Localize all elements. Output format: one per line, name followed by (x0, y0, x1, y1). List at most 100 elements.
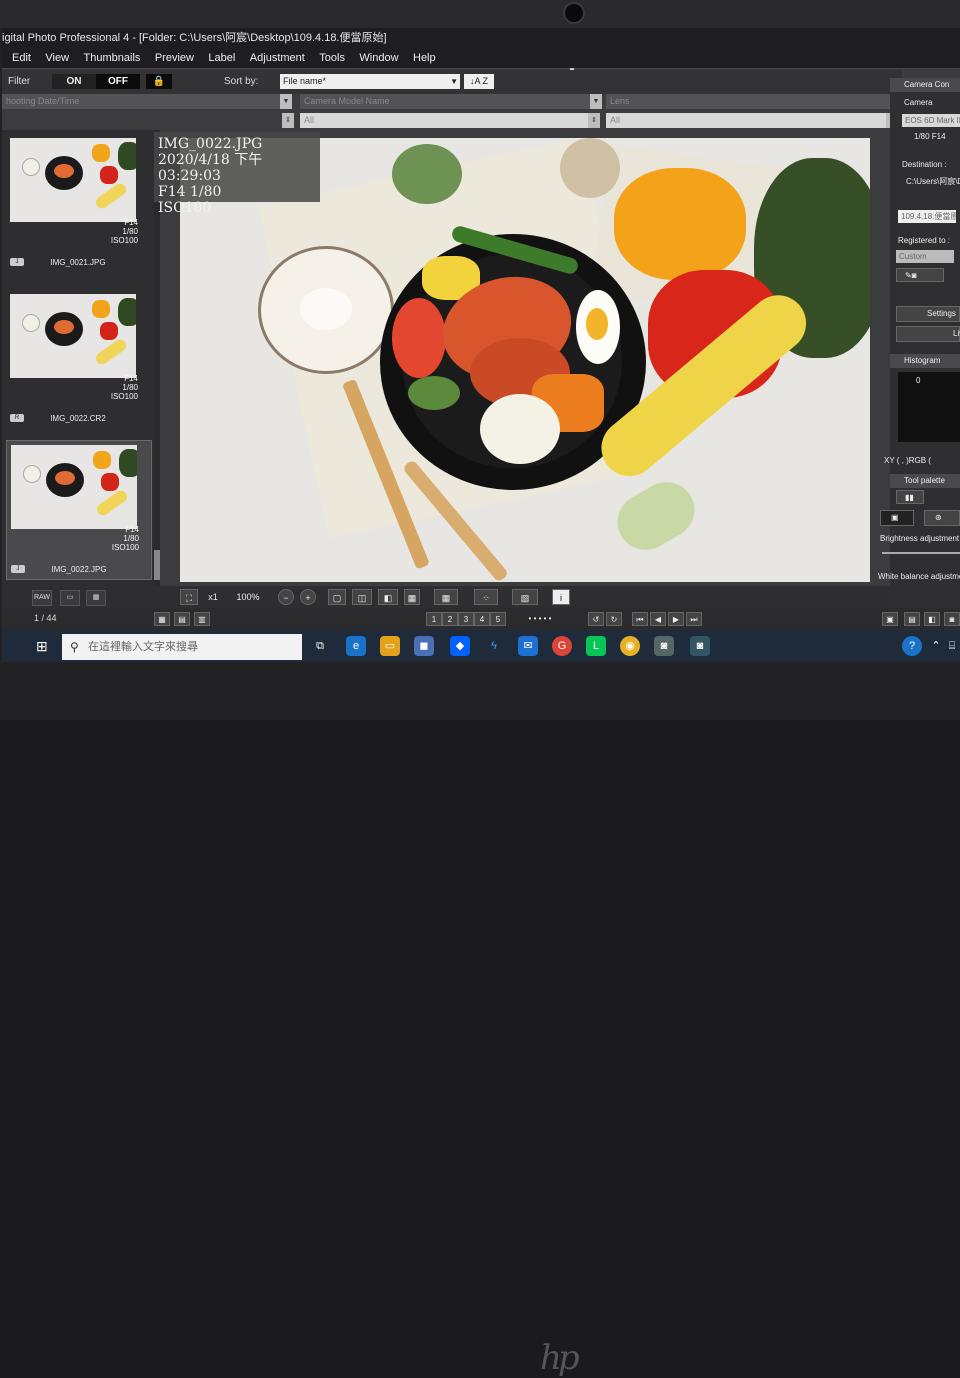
menu-preview[interactable]: Preview (155, 48, 194, 68)
histogram-header[interactable]: Histogram (890, 354, 960, 368)
camera-utility-icon[interactable]: ◙ (690, 636, 710, 656)
sort-by-select[interactable]: File name* ▼ (280, 74, 460, 89)
first-image-icon[interactable]: ⏮ (632, 612, 648, 626)
google-plus-icon[interactable]: G (552, 636, 572, 656)
help-icon[interactable]: ? (902, 636, 922, 656)
dpp-app-icon[interactable]: ◙ (654, 636, 674, 656)
thumbnail-filename: IMG_0022.CR2 (50, 414, 106, 423)
menu-window[interactable]: Window (359, 48, 398, 68)
view-mode-icon[interactable]: ▥ (194, 612, 210, 626)
tool-basic-tab-icon[interactable]: ▣ (880, 510, 914, 526)
rotate-right-icon[interactable]: ↻ (606, 612, 622, 626)
column-filter-date[interactable]: ⇕ (2, 113, 294, 128)
taskbar-search-input[interactable]: ⚲ 在這裡輸入文字來搜尋 (62, 634, 302, 660)
windows-start-icon[interactable]: ⊞ (36, 638, 52, 654)
live-view-button[interactable]: Liv (896, 326, 960, 342)
af-point-icon[interactable]: ▦ (434, 589, 458, 605)
lock-icon[interactable]: 🔒 (146, 74, 172, 89)
split-view-icon[interactable]: ◧ (378, 589, 398, 605)
rating-1-icon[interactable]: 1 (426, 612, 442, 626)
thumbnail-item[interactable]: F14 1/80 ISO100 R IMG_0022.CR2 (6, 290, 150, 428)
single-view-icon[interactable]: ▢ (328, 589, 346, 605)
registered-select[interactable]: Custom (896, 250, 954, 263)
column-header-camera[interactable]: Camera Model Name ▼ (300, 94, 602, 109)
rating-4-icon[interactable]: 4 (474, 612, 490, 626)
file-explorer-icon[interactable]: ▭ (380, 636, 400, 656)
hp-logo: hp (540, 1338, 580, 1378)
highlight-icon[interactable]: ⁘ (474, 589, 498, 605)
grid-view-icon[interactable]: ▦ (86, 590, 106, 606)
prev-image-icon[interactable]: ◀ (650, 612, 666, 626)
window-mode-icon[interactable]: ▣ (882, 612, 898, 626)
brightness-slider[interactable] (882, 552, 960, 554)
store-icon[interactable]: ◼ (414, 636, 434, 656)
chrome-icon[interactable]: ◉ (620, 636, 640, 656)
rating-2-icon[interactable]: 2 (442, 612, 458, 626)
destination-folder-field[interactable]: 109.4.18.便當原始 (898, 210, 956, 223)
column-header-date[interactable]: hooting Date/Time ▼ (2, 94, 292, 109)
thumbnail-item[interactable]: F14 1/80 ISO100 J IMG_0021.JPG (6, 134, 150, 272)
dropbox-icon[interactable]: ◆ (450, 636, 470, 656)
zoom-in-icon[interactable]: + (300, 589, 316, 605)
zoom-level-select[interactable]: 100% (228, 589, 268, 605)
rotate-left-icon[interactable]: ↺ (588, 612, 604, 626)
column-filter-camera[interactable]: All ⇕ (300, 113, 600, 128)
column-filter-lens[interactable]: All⇕ (606, 113, 898, 128)
network-icon[interactable]: ⌸ (942, 636, 960, 656)
zoom-out-icon[interactable]: − (278, 589, 294, 605)
line-icon[interactable]: L (586, 636, 606, 656)
raw-view-icon[interactable]: RAW (32, 590, 52, 606)
camera-control-header[interactable]: Camera Con (890, 78, 960, 92)
menu-edit[interactable]: Edit (12, 48, 31, 68)
clip-icon[interactable]: ◧ (924, 612, 940, 626)
thumbnail-item-selected[interactable]: F14 1/80 ISO100 J IMG_0022.JPG (6, 440, 152, 580)
view-mode-icon[interactable]: ▦ (154, 612, 170, 626)
tool-tone-tab-icon[interactable]: ⊛ (924, 510, 960, 526)
camera-label: Camera (904, 98, 933, 107)
overlay-iso: ISO100 (158, 200, 212, 216)
menu-help[interactable]: Help (413, 48, 436, 68)
next-image-icon[interactable]: ▶ (668, 612, 684, 626)
star-rating-icon[interactable]: • • • • • (510, 612, 570, 626)
column-filter-camera-value: All (304, 115, 315, 125)
rating-5-icon[interactable]: 5 (490, 612, 506, 626)
camera-icon[interactable]: ◙ (944, 612, 960, 626)
menu-label[interactable]: Label (208, 48, 235, 68)
menu-tools[interactable]: Tools (319, 48, 345, 68)
column-header-date-label: hooting Date/Time (6, 96, 80, 106)
tool-palette-header[interactable]: Tool palette (890, 474, 960, 488)
edit-image-icon[interactable]: ▤ (904, 612, 920, 626)
grid-overlay-icon[interactable]: ▦ (404, 589, 420, 605)
sort-direction-button[interactable]: ↓A Z (464, 74, 494, 89)
compare-view-icon[interactable]: ◫ (352, 589, 372, 605)
photo-zucchini (408, 376, 460, 410)
fit-window-icon[interactable]: ⛶ (180, 589, 198, 605)
search-icon: ⚲ (70, 640, 79, 654)
edge-icon[interactable]: e (346, 636, 366, 656)
mail-icon[interactable]: ✉ (518, 636, 538, 656)
viewer-toolbar: ⛶ x1 100% − + ▢ ◫ ◧ ▦ ▦ ⁘ ▧ i (156, 586, 890, 608)
image-overlay-icon[interactable]: ▧ (512, 589, 538, 605)
filter-off-button[interactable]: OFF (96, 74, 140, 89)
last-image-icon[interactable]: ⏭ (686, 612, 702, 626)
image-count: 1 / 44 (34, 613, 57, 623)
zoom-x1-button[interactable]: x1 (202, 589, 224, 605)
thumbnail-toolbar: RAW ▭ ▦ (2, 586, 156, 608)
view-mode-icon[interactable]: ▤ (174, 612, 190, 626)
app-icon[interactable]: ϟ (484, 636, 504, 656)
rating-3-icon[interactable]: 3 (458, 612, 474, 626)
settings-button[interactable]: Settings (896, 306, 960, 322)
menu-adjustment[interactable]: Adjustment (250, 48, 305, 68)
list-view-icon[interactable]: ▭ (60, 590, 80, 606)
destination-path: C:\Users\阿宸\D (906, 177, 960, 186)
menu-view[interactable]: View (45, 48, 69, 68)
camera-settings-icon[interactable]: ✎◙ (896, 268, 944, 282)
tool-palette-tab-icon[interactable]: ▮▮ (896, 490, 924, 504)
task-view-icon[interactable]: ⧉ (310, 636, 330, 656)
column-header-lens[interactable]: Lens▼ (606, 94, 902, 109)
menu-thumbnails[interactable]: Thumbnails (84, 48, 141, 68)
info-icon[interactable]: i (552, 589, 570, 605)
column-header-lens-label: Lens (610, 96, 630, 106)
thumbnail-filename: IMG_0021.JPG (50, 258, 106, 267)
filter-on-button[interactable]: ON (52, 74, 96, 89)
